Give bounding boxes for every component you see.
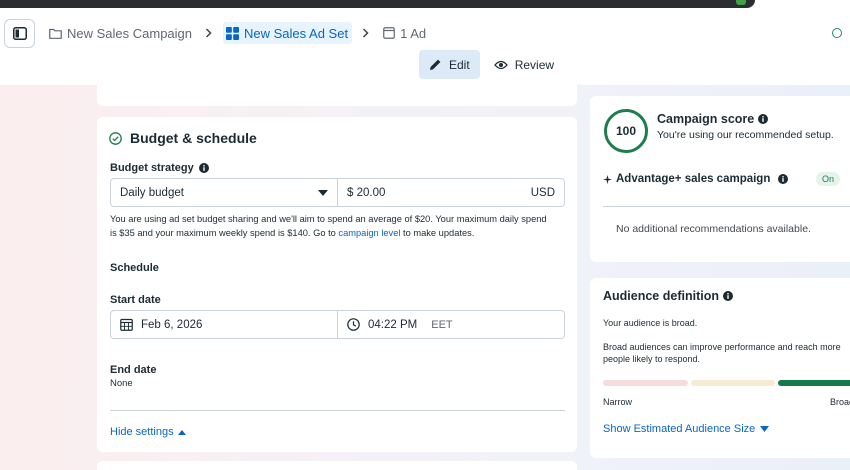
- end-date-label: End date: [110, 364, 157, 376]
- folder-icon: [49, 28, 62, 39]
- breadcrumb-campaign[interactable]: New Sales Campaign: [46, 22, 195, 44]
- info-icon[interactable]: [722, 291, 733, 301]
- breadcrumb-campaign-label: New Sales Campaign: [67, 25, 193, 41]
- audience-definition-card: Audience definition Your audience is bro…: [590, 278, 850, 458]
- audience-description: Broad audiences can improve performance …: [603, 342, 841, 364]
- caret-up-icon: [177, 429, 186, 435]
- info-icon[interactable]: [778, 174, 789, 184]
- hide-settings-label: Hide settings: [110, 426, 174, 438]
- campaign-score-card: 100 Campaign score You're using our reco…: [590, 96, 850, 262]
- currency-label: USD: [530, 186, 555, 199]
- sparkle-icon: [603, 174, 612, 184]
- budget-schedule-card: Budget & schedule Budget strategy Daily …: [97, 117, 577, 452]
- chevron-right-icon: [362, 28, 369, 38]
- advantage-plus-label: Advantage+ sales campaign: [616, 173, 771, 185]
- meter-segment-narrow: [603, 380, 688, 386]
- ad-set-grid-icon: [226, 26, 240, 40]
- check-circle-icon: [109, 131, 122, 145]
- budget-helper-tail: to make updates.: [403, 228, 475, 238]
- campaign-score-value: 100: [615, 124, 637, 138]
- caret-down-icon: [318, 189, 328, 196]
- end-date-value: None: [110, 378, 133, 389]
- budget-helper-body: You are using ad set budget sharing and …: [110, 214, 547, 238]
- budget-amount-input[interactable]: $ 20.00 USD: [338, 179, 564, 206]
- divider: [110, 410, 565, 411]
- budget-schedule-heading: Budget & schedule: [109, 130, 257, 146]
- timezone-label: EET: [431, 318, 453, 331]
- audience-breadth-meter: [603, 380, 850, 386]
- window-chrome: [0, 0, 755, 8]
- breadcrumb-ad-label: 1 Ad: [400, 25, 427, 41]
- notification-dot: [736, 0, 746, 5]
- edit-mode-button[interactable]: Edit: [419, 50, 480, 79]
- divider: [603, 206, 850, 207]
- sidebar-icon: [12, 27, 27, 40]
- breadcrumb-ad-set[interactable]: New Sales Ad Set: [223, 22, 353, 44]
- review-mode-button[interactable]: Review: [484, 50, 564, 79]
- budget-amount-value: $ 20.00: [347, 186, 386, 199]
- ad-icon: [383, 27, 395, 39]
- clock-icon: [347, 318, 360, 331]
- previous-section-card: [97, 85, 577, 106]
- meter-segment-specific: [690, 380, 776, 386]
- info-icon[interactable]: [198, 163, 209, 173]
- review-mode-label: Review: [514, 57, 555, 72]
- breadcrumb-ad-set-label: New Sales Ad Set: [244, 25, 349, 41]
- hide-settings-link[interactable]: Hide settings: [110, 426, 186, 438]
- campaign-score-heading: Campaign score: [657, 112, 769, 126]
- budget-strategy-label: Budget strategy: [110, 162, 209, 174]
- audience-definition-heading: Audience definition: [603, 289, 733, 303]
- meter-narrow-label: Narrow: [603, 397, 633, 407]
- toggle-sidebar-button[interactable]: [4, 19, 35, 48]
- campaign-score-title: Campaign score: [657, 112, 755, 126]
- eye-icon: [493, 60, 508, 69]
- advantage-plus-row[interactable]: Advantage+ sales campaign: [603, 173, 789, 185]
- info-icon[interactable]: [758, 114, 769, 124]
- main-content: Budget & schedule Budget strategy Daily …: [0, 85, 850, 470]
- show-audience-size-label: Show Estimated Audience Size: [603, 423, 756, 435]
- budget-field-row: Daily budget $ 20.00 USD: [110, 178, 565, 207]
- mode-switcher: Edit Review: [419, 50, 564, 79]
- start-time-value: 04:22 PM: [368, 318, 418, 331]
- next-section-card: [97, 461, 577, 470]
- budget-schedule-title: Budget & schedule: [130, 130, 257, 146]
- breadcrumb-ad[interactable]: 1 Ad: [380, 22, 429, 44]
- calendar-icon: [120, 318, 133, 331]
- start-date-row: Feb 6, 2026 04:22 PM EET: [110, 310, 565, 339]
- audience-status-text: Your audience is broad.: [603, 318, 698, 328]
- no-recommendations-text: No additional recommendations available.: [616, 223, 811, 235]
- page-header: New Sales Campaign New Sales Ad Set 1 Ad: [0, 10, 850, 85]
- start-date-label: Start date: [110, 294, 161, 306]
- budget-helper-text: You are using ad set budget sharing and …: [110, 212, 550, 240]
- caret-down-icon: [760, 426, 770, 432]
- show-audience-size-link[interactable]: Show Estimated Audience Size: [603, 423, 770, 435]
- start-time-input[interactable]: 04:22 PM EET: [338, 311, 564, 338]
- breadcrumb: New Sales Campaign New Sales Ad Set 1 Ad: [46, 22, 429, 44]
- status-badge: On: [816, 172, 840, 186]
- meter-segment-broad: [778, 380, 850, 386]
- campaign-score-subtitle: You're using our recommended setup.: [657, 129, 834, 141]
- start-date-value: Feb 6, 2026: [141, 318, 203, 331]
- browser-top-strip: [0, 0, 850, 10]
- schedule-heading: Schedule: [110, 262, 159, 274]
- budget-strategy-value: Daily budget: [120, 186, 184, 199]
- meter-broad-label: Broad: [830, 397, 850, 407]
- budget-strategy-label-text: Budget strategy: [110, 162, 194, 174]
- budget-strategy-select[interactable]: Daily budget: [111, 179, 338, 206]
- start-date-input[interactable]: Feb 6, 2026: [111, 311, 338, 338]
- audience-definition-title: Audience definition: [603, 289, 719, 303]
- edit-mode-label: Edit: [449, 57, 470, 72]
- status-circle-icon: [832, 28, 842, 38]
- campaign-level-link[interactable]: campaign level: [338, 228, 400, 238]
- chevron-right-icon: [205, 28, 212, 38]
- pencil-icon: [430, 59, 441, 70]
- campaign-score-ring: 100: [604, 109, 648, 153]
